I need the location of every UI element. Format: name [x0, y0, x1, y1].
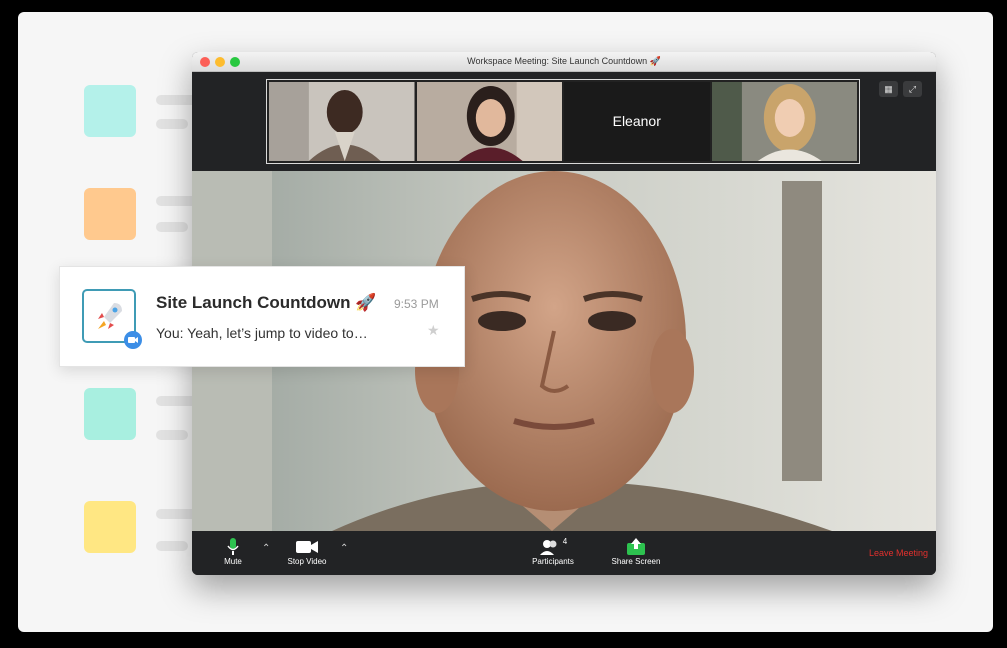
participants-count: 4 — [562, 537, 568, 546]
participant-gallery: Eleanor ▦ ⤢ — [192, 72, 936, 171]
participants-icon: 4 — [524, 537, 582, 557]
participant-tile[interactable]: Eleanor — [564, 82, 710, 161]
window-title: Workspace Meeting: Site Launch Countdown… — [467, 56, 661, 66]
microphone-icon — [216, 537, 250, 557]
gallery-view-icon[interactable]: ▦ — [879, 81, 898, 97]
share-screen-button[interactable]: Share Screen — [604, 537, 668, 566]
mute-button[interactable]: Mute — [216, 537, 250, 566]
chat-notification-card[interactable]: Site Launch Countdown 🚀 9:53 PM You: Yea… — [59, 266, 465, 367]
camera-icon — [278, 537, 336, 557]
chat-message-preview: You: Yeah, let’s jump to video to… — [156, 325, 368, 341]
leave-meeting-button[interactable]: Leave Meeting — [869, 548, 928, 558]
video-options-chevron-icon[interactable]: ⌃ — [340, 543, 348, 554]
channel-preview-placeholder — [156, 119, 188, 129]
stop-video-label: Stop Video — [287, 557, 327, 566]
participant-1-photo — [269, 82, 415, 161]
star-icon[interactable]: ★ — [427, 322, 440, 339]
share-screen-icon — [604, 537, 668, 557]
fullscreen-icon[interactable]: ⤢ — [903, 81, 922, 97]
participant-tile[interactable] — [711, 82, 857, 161]
participants-label: Participants — [532, 557, 574, 566]
meeting-toolbar: Mute ⌃ Stop Video ⌃ 4 Participants Share… — [192, 531, 936, 575]
channel-avatar — [84, 188, 136, 240]
channel-preview-placeholder — [156, 541, 188, 551]
chat-timestamp: 9:53 PM — [394, 297, 439, 311]
audio-options-chevron-icon[interactable]: ⌃ — [262, 543, 270, 554]
channel-avatar — [82, 289, 142, 349]
title-bar: Workspace Meeting: Site Launch Countdown… — [192, 52, 936, 72]
gallery-strip: Eleanor — [266, 79, 860, 164]
stop-video-button[interactable]: Stop Video — [278, 537, 336, 566]
participant-4-photo — [711, 82, 857, 161]
participant-tile[interactable] — [416, 82, 562, 161]
participant-tile[interactable] — [269, 82, 415, 161]
participant-name: Eleanor — [612, 113, 661, 129]
channel-avatar — [84, 501, 136, 553]
share-screen-label: Share Screen — [611, 557, 661, 566]
channel-preview-placeholder — [156, 222, 188, 232]
mute-label: Mute — [224, 557, 242, 566]
channel-avatar — [84, 388, 136, 440]
participants-button[interactable]: 4 Participants — [524, 537, 582, 566]
participant-2-photo — [416, 82, 562, 161]
channel-preview-placeholder — [156, 430, 188, 440]
app-stage: Workspace Meeting: Site Launch Countdown… — [18, 12, 993, 632]
channel-avatar — [84, 85, 136, 137]
video-badge-icon — [124, 331, 142, 349]
chat-title: Site Launch Countdown 🚀 — [156, 293, 377, 312]
